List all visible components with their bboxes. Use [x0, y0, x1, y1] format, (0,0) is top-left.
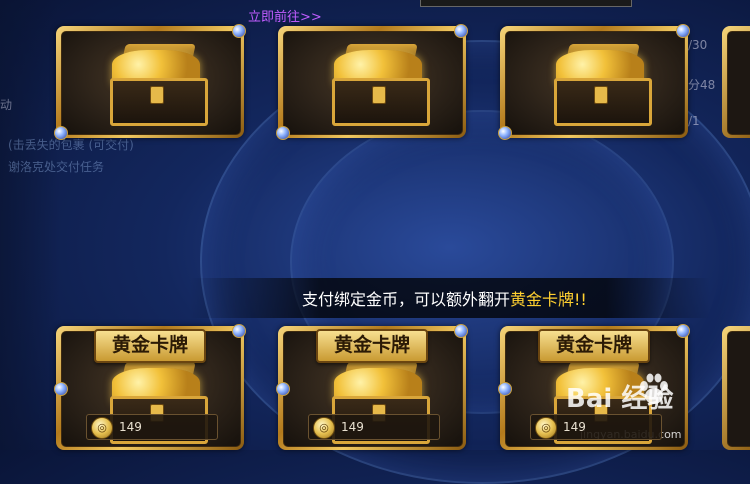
- gem-icon: [498, 126, 512, 140]
- gem-icon: [232, 324, 246, 338]
- card-face: [61, 31, 241, 135]
- treasure-chest-icon: [324, 44, 432, 126]
- gold-coin-icon: ◎: [91, 417, 113, 439]
- top-bar: [420, 0, 632, 7]
- card-bottom-4-partial[interactable]: [722, 326, 750, 450]
- card-top-3[interactable]: [498, 24, 690, 140]
- gem-icon: [454, 24, 468, 38]
- banner-text-highlight: 黄金卡牌!!: [510, 290, 587, 309]
- background-quest-line-1: (击丢失的包裹 (可交付): [8, 138, 134, 152]
- background-left-panel: [0, 0, 60, 450]
- go-now-link[interactable]: 立即前往>>: [248, 6, 322, 25]
- edge-number-2: 分48: [688, 78, 716, 92]
- gem-icon: [498, 382, 512, 396]
- background-quest-line-2: 谢洛克处交付任务: [8, 160, 105, 174]
- banner-text: 支付绑定金币，可以额外翻开黄金卡牌!!: [302, 286, 587, 310]
- price-value: 149: [119, 420, 142, 434]
- banner-text-main: 支付绑定金币，可以额外翻开: [302, 290, 511, 309]
- gold-coin-icon: ◎: [313, 417, 335, 439]
- card-face: [727, 31, 750, 135]
- card-face: [505, 31, 685, 135]
- gem-icon: [276, 126, 290, 140]
- gem-icon: [454, 324, 468, 338]
- card-face: [283, 31, 463, 135]
- price-bar: ◎ 149: [530, 414, 662, 440]
- treasure-chest-icon: [102, 44, 210, 126]
- price-value: 149: [341, 420, 364, 434]
- price-bar: ◎ 149: [86, 414, 218, 440]
- card-bottom-1[interactable]: ◎ 149 黄金卡牌: [54, 324, 246, 450]
- gold-coin-icon: ◎: [535, 417, 557, 439]
- card-bottom-2[interactable]: ◎ 149 黄金卡牌: [276, 324, 468, 450]
- gem-icon: [276, 382, 290, 396]
- gem-icon: [232, 24, 246, 38]
- edge-number-1: /30: [688, 38, 708, 52]
- gem-icon: [676, 24, 690, 38]
- gem-icon: [54, 382, 68, 396]
- price-value: 149: [563, 420, 586, 434]
- background-side-button: 动: [0, 98, 13, 112]
- edge-number-3: /1: [688, 114, 700, 128]
- card-title: 黄金卡牌: [538, 329, 650, 363]
- card-face: [727, 331, 750, 447]
- gem-icon: [54, 126, 68, 140]
- card-top-4-partial[interactable]: [722, 26, 750, 138]
- card-title: 黄金卡牌: [316, 329, 428, 363]
- price-bar: ◎ 149: [308, 414, 440, 440]
- treasure-chest-icon: [546, 44, 654, 126]
- card-title: 黄金卡牌: [94, 329, 206, 363]
- watermark-brand: Bai 经验: [566, 384, 674, 414]
- card-top-2[interactable]: [276, 24, 468, 140]
- gem-icon: [676, 324, 690, 338]
- card-top-1[interactable]: [54, 24, 246, 140]
